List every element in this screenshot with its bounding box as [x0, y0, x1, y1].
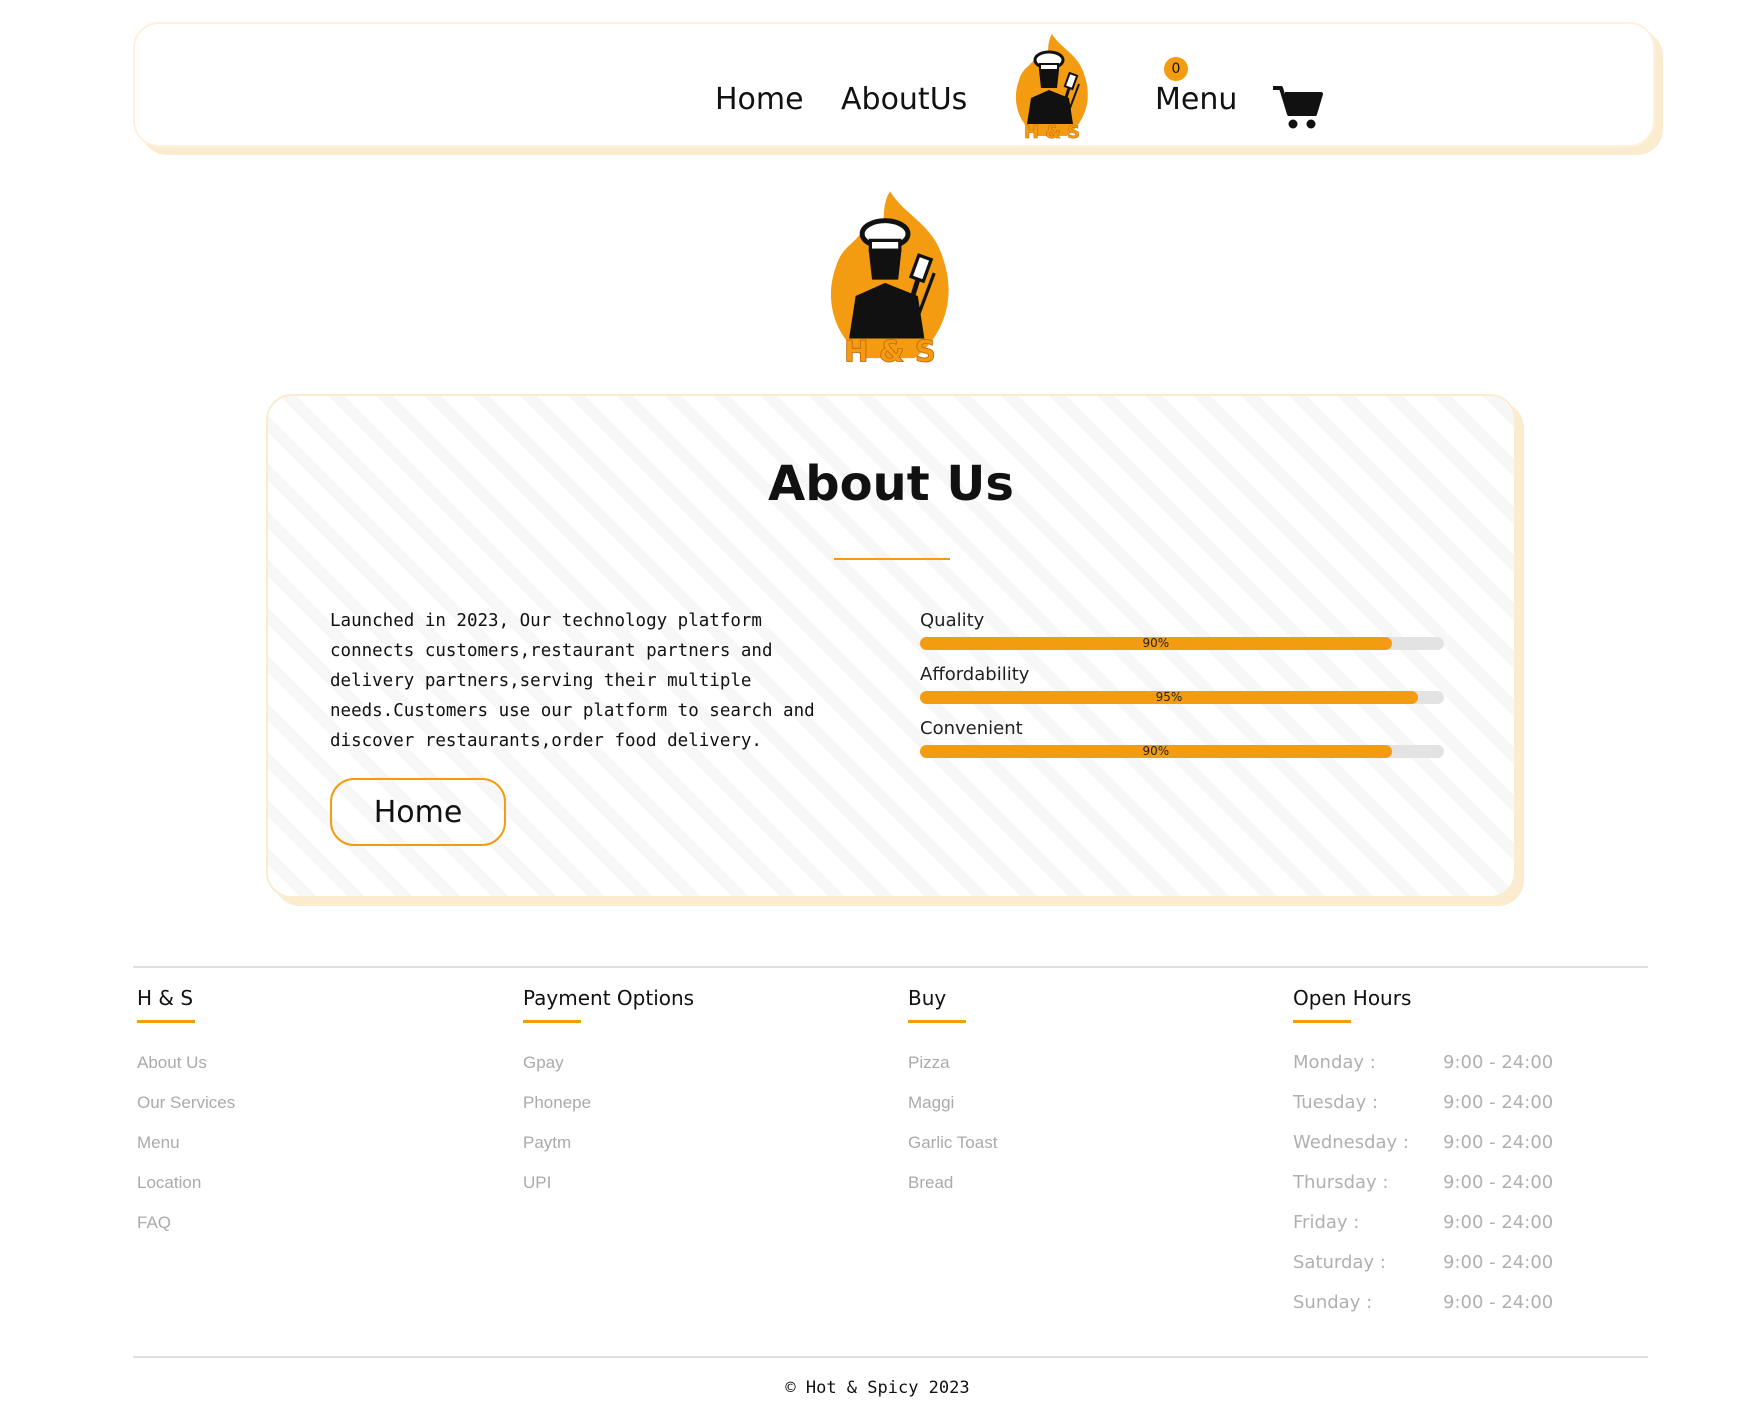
skill-label: Quality: [920, 610, 985, 631]
footer-link-garlic-toast[interactable]: Garlic Toast: [908, 1123, 997, 1163]
hours-day: Friday :: [1293, 1212, 1360, 1233]
skill-progress-bar: 95%: [920, 690, 1444, 704]
footer-link-maggi[interactable]: Maggi: [908, 1083, 997, 1123]
hours-day: Sunday :: [1293, 1292, 1373, 1313]
footer-link-paytm[interactable]: Paytm: [523, 1123, 694, 1163]
footer-heading: Open Hours: [1293, 986, 1412, 1010]
cart-icon[interactable]: [1271, 82, 1323, 130]
hours-day: Thursday :: [1293, 1172, 1389, 1193]
heading-underline: [137, 1020, 195, 1023]
skill-progress-bar: 90%: [920, 744, 1444, 758]
footer-bottom-divider: [133, 1356, 1648, 1358]
heading-underline: [523, 1020, 581, 1023]
footer-link-about-us[interactable]: About Us: [137, 1043, 235, 1083]
footer-links: About Us Our Services Menu Location FAQ: [137, 1043, 235, 1243]
cart-count-badge: 0: [1164, 57, 1188, 81]
footer-col-hours: Open Hours Monday : 9:00 - 24:00 Tuesday …: [1293, 986, 1553, 1323]
heading-underline: [908, 1020, 966, 1023]
about-description: Launched in 2023, Our technology platfor…: [330, 611, 815, 751]
skill-percent: 95%: [1155, 690, 1183, 704]
footer-link-bread[interactable]: Bread: [908, 1163, 997, 1203]
hours-time: 9:00 - 24:00: [1443, 1252, 1554, 1273]
footer-link-menu[interactable]: Menu: [137, 1123, 235, 1163]
hours-day: Wednesday :: [1293, 1132, 1409, 1153]
nav-menu-link[interactable]: Menu: [1155, 82, 1237, 117]
skill-label: Affordability: [920, 664, 1030, 685]
heading-underline: [1293, 1020, 1351, 1023]
hours-row: Monday : 9:00 - 24:00: [1293, 1043, 1553, 1083]
about-card: About Us Launched in 2023, Our technolog…: [266, 394, 1516, 898]
footer-col-buy: Buy Pizza Maggi Garlic Toast Bread: [908, 986, 997, 1203]
footer-divider: [133, 966, 1648, 968]
about-title: About Us: [768, 456, 1014, 512]
footer-links: Pizza Maggi Garlic Toast Bread: [908, 1043, 997, 1203]
skill-affordability: Affordability 95%: [920, 664, 1444, 704]
footer-col-brand: H & S About Us Our Services Menu Locatio…: [137, 986, 235, 1243]
footer-links: Gpay Phonepe Paytm UPI: [523, 1043, 694, 1203]
hours-time: 9:00 - 24:00: [1443, 1132, 1554, 1153]
skill-convenient: Convenient 90%: [920, 718, 1444, 758]
nav-home-link[interactable]: Home: [715, 82, 804, 117]
footer-link-location[interactable]: Location: [137, 1163, 235, 1203]
chef-logo-icon: H & S: [830, 191, 949, 368]
hours-time: 9:00 - 24:00: [1443, 1052, 1554, 1073]
footer-link-phonepe[interactable]: Phonepe: [523, 1083, 694, 1123]
svg-text:H & S: H & S: [1024, 122, 1080, 142]
hours-row: Tuesday : 9:00 - 24:00: [1293, 1083, 1553, 1123]
hours-time: 9:00 - 24:00: [1443, 1292, 1554, 1313]
home-button[interactable]: Home: [330, 778, 506, 846]
hours-row: Friday : 9:00 - 24:00: [1293, 1203, 1553, 1243]
hours-list: Monday : 9:00 - 24:00 Tuesday : 9:00 - 24:…: [1293, 1043, 1553, 1323]
footer-link-our-services[interactable]: Our Services: [137, 1083, 235, 1123]
hours-day: Saturday :: [1293, 1252, 1386, 1273]
nav-about-link[interactable]: AboutUs: [841, 82, 967, 117]
footer-heading: Buy: [908, 986, 947, 1010]
skill-label: Convenient: [920, 718, 1023, 739]
skill-percent: 90%: [1142, 744, 1170, 758]
navbar: Home AboutUs H & S Menu: [133, 22, 1655, 147]
footer-heading: H & S: [137, 986, 194, 1010]
footer-link-gpay[interactable]: Gpay: [523, 1043, 694, 1083]
hours-day: Monday :: [1293, 1052, 1376, 1073]
skill-percent: 90%: [1142, 636, 1170, 650]
footer-link-pizza[interactable]: Pizza: [908, 1043, 997, 1083]
hours-time: 9:00 - 24:00: [1443, 1212, 1554, 1233]
hours-row: Wednesday : 9:00 - 24:00: [1293, 1123, 1553, 1163]
copyright-text: © Hot & Spicy 2023: [785, 1378, 970, 1398]
hours-row: Saturday : 9:00 - 24:00: [1293, 1243, 1553, 1283]
footer-link-faq[interactable]: FAQ: [137, 1203, 235, 1243]
footer-heading: Payment Options: [523, 986, 695, 1010]
chef-logo-icon[interactable]: H & S: [1007, 32, 1097, 142]
hours-row: Sunday : 9:00 - 24:00: [1293, 1283, 1553, 1323]
skill-progress-bar: 90%: [920, 636, 1444, 650]
hours-day: Tuesday :: [1293, 1092, 1379, 1113]
title-divider: [834, 558, 950, 560]
footer-link-upi[interactable]: UPI: [523, 1163, 694, 1203]
skill-quality: Quality 90%: [920, 610, 1444, 650]
hours-row: Thursday : 9:00 - 24:00: [1293, 1163, 1553, 1203]
hours-time: 9:00 - 24:00: [1443, 1172, 1554, 1193]
footer-col-payment: Payment Options Gpay Phonepe Paytm UPI: [523, 986, 694, 1203]
hours-time: 9:00 - 24:00: [1443, 1092, 1554, 1113]
svg-text:H & S: H & S: [844, 334, 936, 368]
